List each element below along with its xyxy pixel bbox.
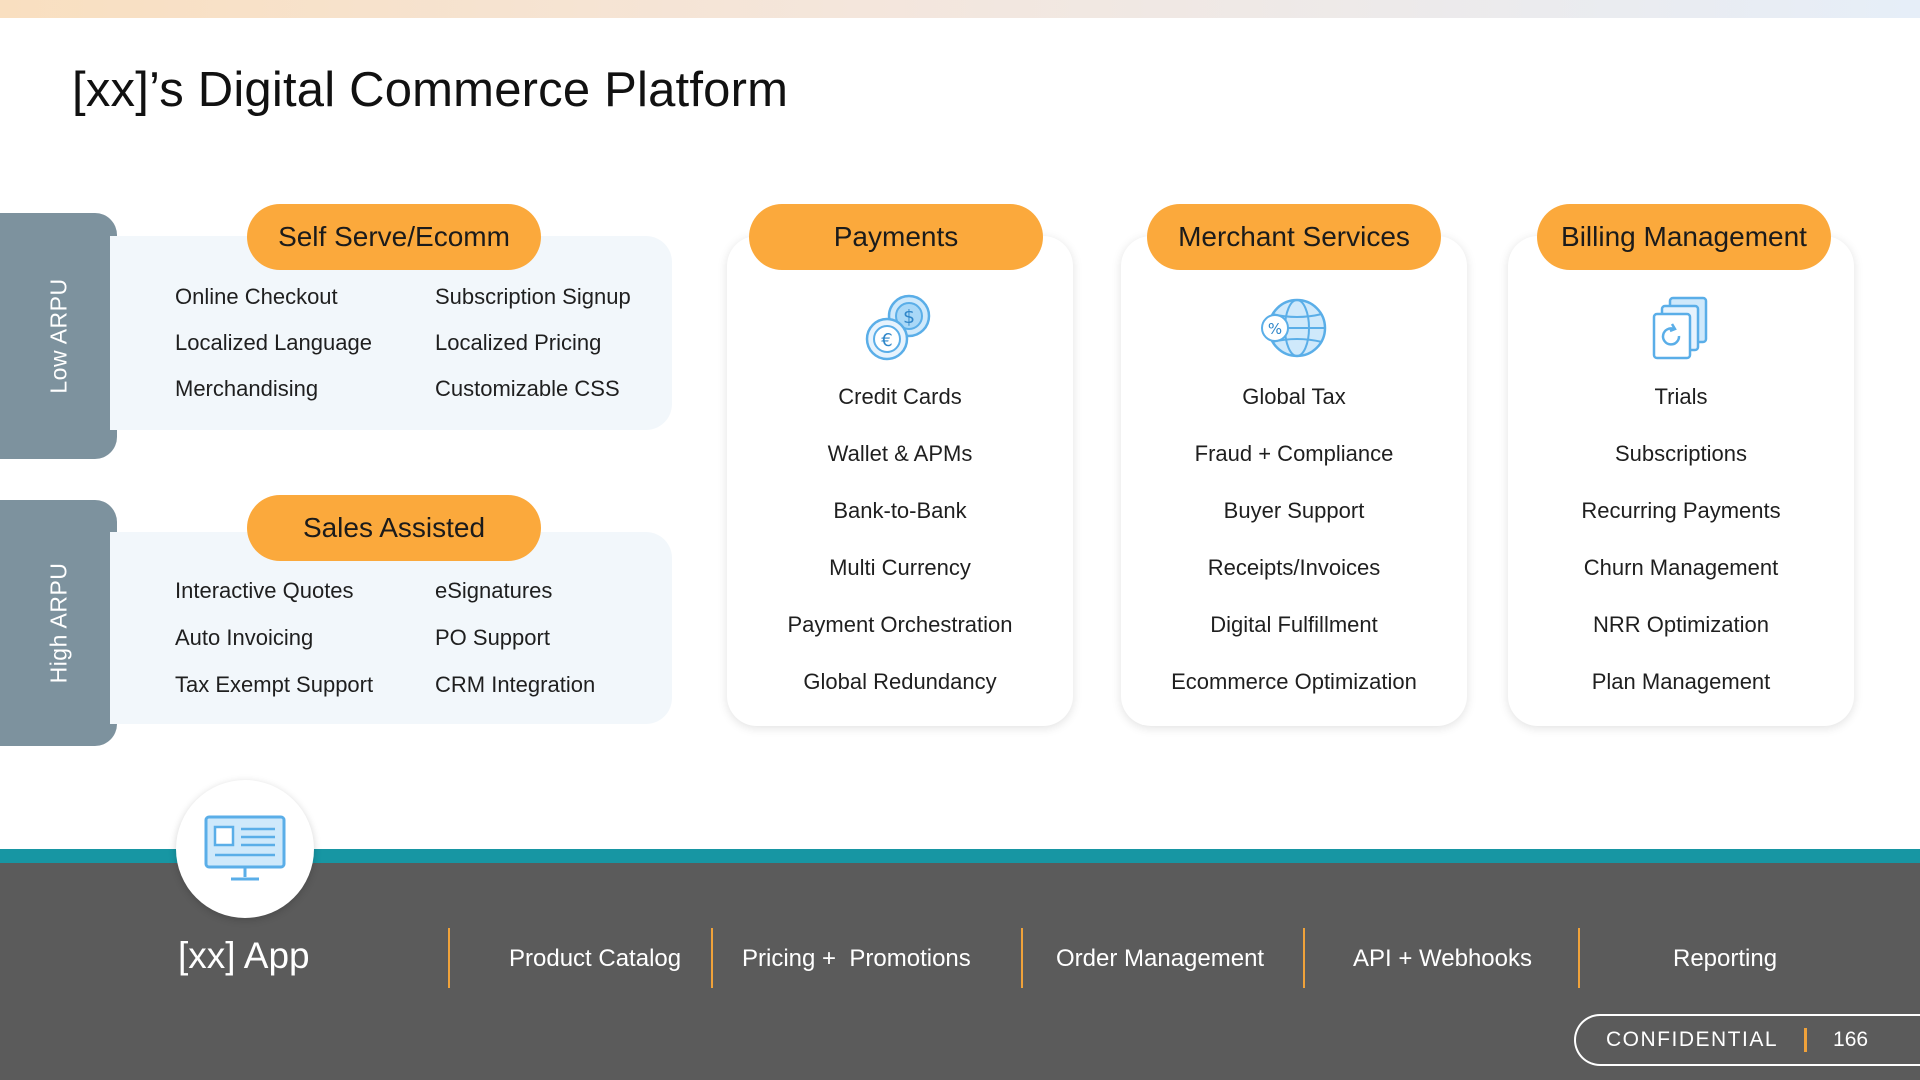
page-number: 166 <box>1833 1028 1869 1051</box>
high-arpu-tab: High ARPU <box>0 500 117 746</box>
list-item: Global Redundancy <box>803 669 997 694</box>
feature-item: Localized Pricing <box>435 330 602 355</box>
recurring-docs-icon <box>1644 292 1718 366</box>
module-order-management: Order Management <box>1056 945 1265 972</box>
list-item: Global Tax <box>1242 384 1346 409</box>
merchant-services-card: % Global Tax Fraud + Compliance Buyer Su… <box>1121 236 1467 726</box>
low-arpu-label: Low ARPU <box>45 278 71 394</box>
feature-item: PO Support <box>435 625 550 650</box>
feature-item: Localized Language <box>175 330 372 355</box>
self-serve-heading: Self Serve/Ecomm <box>247 204 541 270</box>
billing-management-heading: Billing Management <box>1537 204 1831 270</box>
billing-management-card: Trials Subscriptions Recurring Payments … <box>1508 236 1854 726</box>
feature-item: eSignatures <box>435 578 553 603</box>
feature-item: Tax Exempt Support <box>175 672 374 697</box>
list-item: Digital Fulfillment <box>1210 612 1378 637</box>
list-item: Fraud + Compliance <box>1194 441 1394 466</box>
monitor-icon <box>204 815 286 881</box>
app-name: [xx] App <box>178 935 310 976</box>
divider <box>448 928 450 988</box>
sales-assisted-heading: Sales Assisted <box>247 495 541 561</box>
feature-item: Customizable CSS <box>435 376 620 401</box>
payments-list: Credit Cards Wallet & APMs Bank-to-Bank … <box>727 384 1073 726</box>
separator <box>1804 1028 1808 1052</box>
billing-management-list: Trials Subscriptions Recurring Payments … <box>1508 384 1854 726</box>
page-title: [xx]’s Digital Commerce Platform <box>72 63 789 117</box>
currency-coins-icon: $ € <box>863 292 937 366</box>
feature-item: Merchandising <box>175 376 319 401</box>
module-pricing-promotions: Pricing + Promotions <box>742 945 971 972</box>
sales-assisted-features: Interactive Quotes eSignatures Auto Invo… <box>175 578 675 698</box>
app-icon-circle <box>176 780 314 918</box>
list-item: Credit Cards <box>838 384 962 409</box>
confidential-label: CONFIDENTIAL <box>1606 1028 1779 1051</box>
list-item: Buyer Support <box>1223 498 1365 523</box>
divider <box>1021 928 1023 988</box>
payments-heading: Payments <box>749 204 1043 270</box>
merchant-services-heading: Merchant Services <box>1147 204 1441 270</box>
feature-item: Interactive Quotes <box>175 578 354 603</box>
self-serve-features: Online Checkout Subscription Signup Loca… <box>175 284 675 402</box>
list-item: Multi Currency <box>829 555 971 580</box>
confidential-badge: CONFIDENTIAL 166 <box>1574 1014 1920 1066</box>
list-item: Ecommerce Optimization <box>1171 669 1417 694</box>
feature-item: Subscription Signup <box>435 284 631 309</box>
module-reporting: Reporting <box>1673 945 1778 972</box>
list-item: Trials <box>1654 384 1708 409</box>
module-api-webhooks: API + Webhooks <box>1353 945 1532 972</box>
feature-item: Auto Invoicing <box>175 625 314 650</box>
list-item: Bank-to-Bank <box>833 498 967 523</box>
divider <box>1578 928 1580 988</box>
list-item: Receipts/Invoices <box>1207 555 1381 580</box>
globe-percent-icon: % <box>1257 292 1331 366</box>
top-gradient-bar <box>0 0 1920 18</box>
list-item: Plan Management <box>1591 669 1771 694</box>
svg-text:€: € <box>881 330 892 351</box>
slide: [xx]’s Digital Commerce Platform Low ARP… <box>0 0 1920 1080</box>
payments-card: $ € Credit Cards Wallet & APMs Bank-to-B… <box>727 236 1073 726</box>
list-item: NRR Optimization <box>1592 612 1770 637</box>
svg-text:$: $ <box>903 306 915 328</box>
list-item: Subscriptions <box>1614 441 1748 466</box>
list-item: Recurring Payments <box>1581 498 1781 523</box>
list-item: Wallet & APMs <box>827 441 973 466</box>
divider <box>1303 928 1305 988</box>
divider <box>711 928 713 988</box>
feature-item: Online Checkout <box>175 284 338 309</box>
merchant-services-list: Global Tax Fraud + Compliance Buyer Supp… <box>1121 384 1467 726</box>
list-item: Churn Management <box>1583 555 1779 580</box>
svg-text:%: % <box>1268 320 1282 338</box>
high-arpu-label: High ARPU <box>45 562 71 684</box>
low-arpu-tab: Low ARPU <box>0 213 117 459</box>
module-product-catalog: Product Catalog <box>509 945 682 972</box>
feature-item: CRM Integration <box>435 672 596 697</box>
list-item: Payment Orchestration <box>787 612 1013 637</box>
